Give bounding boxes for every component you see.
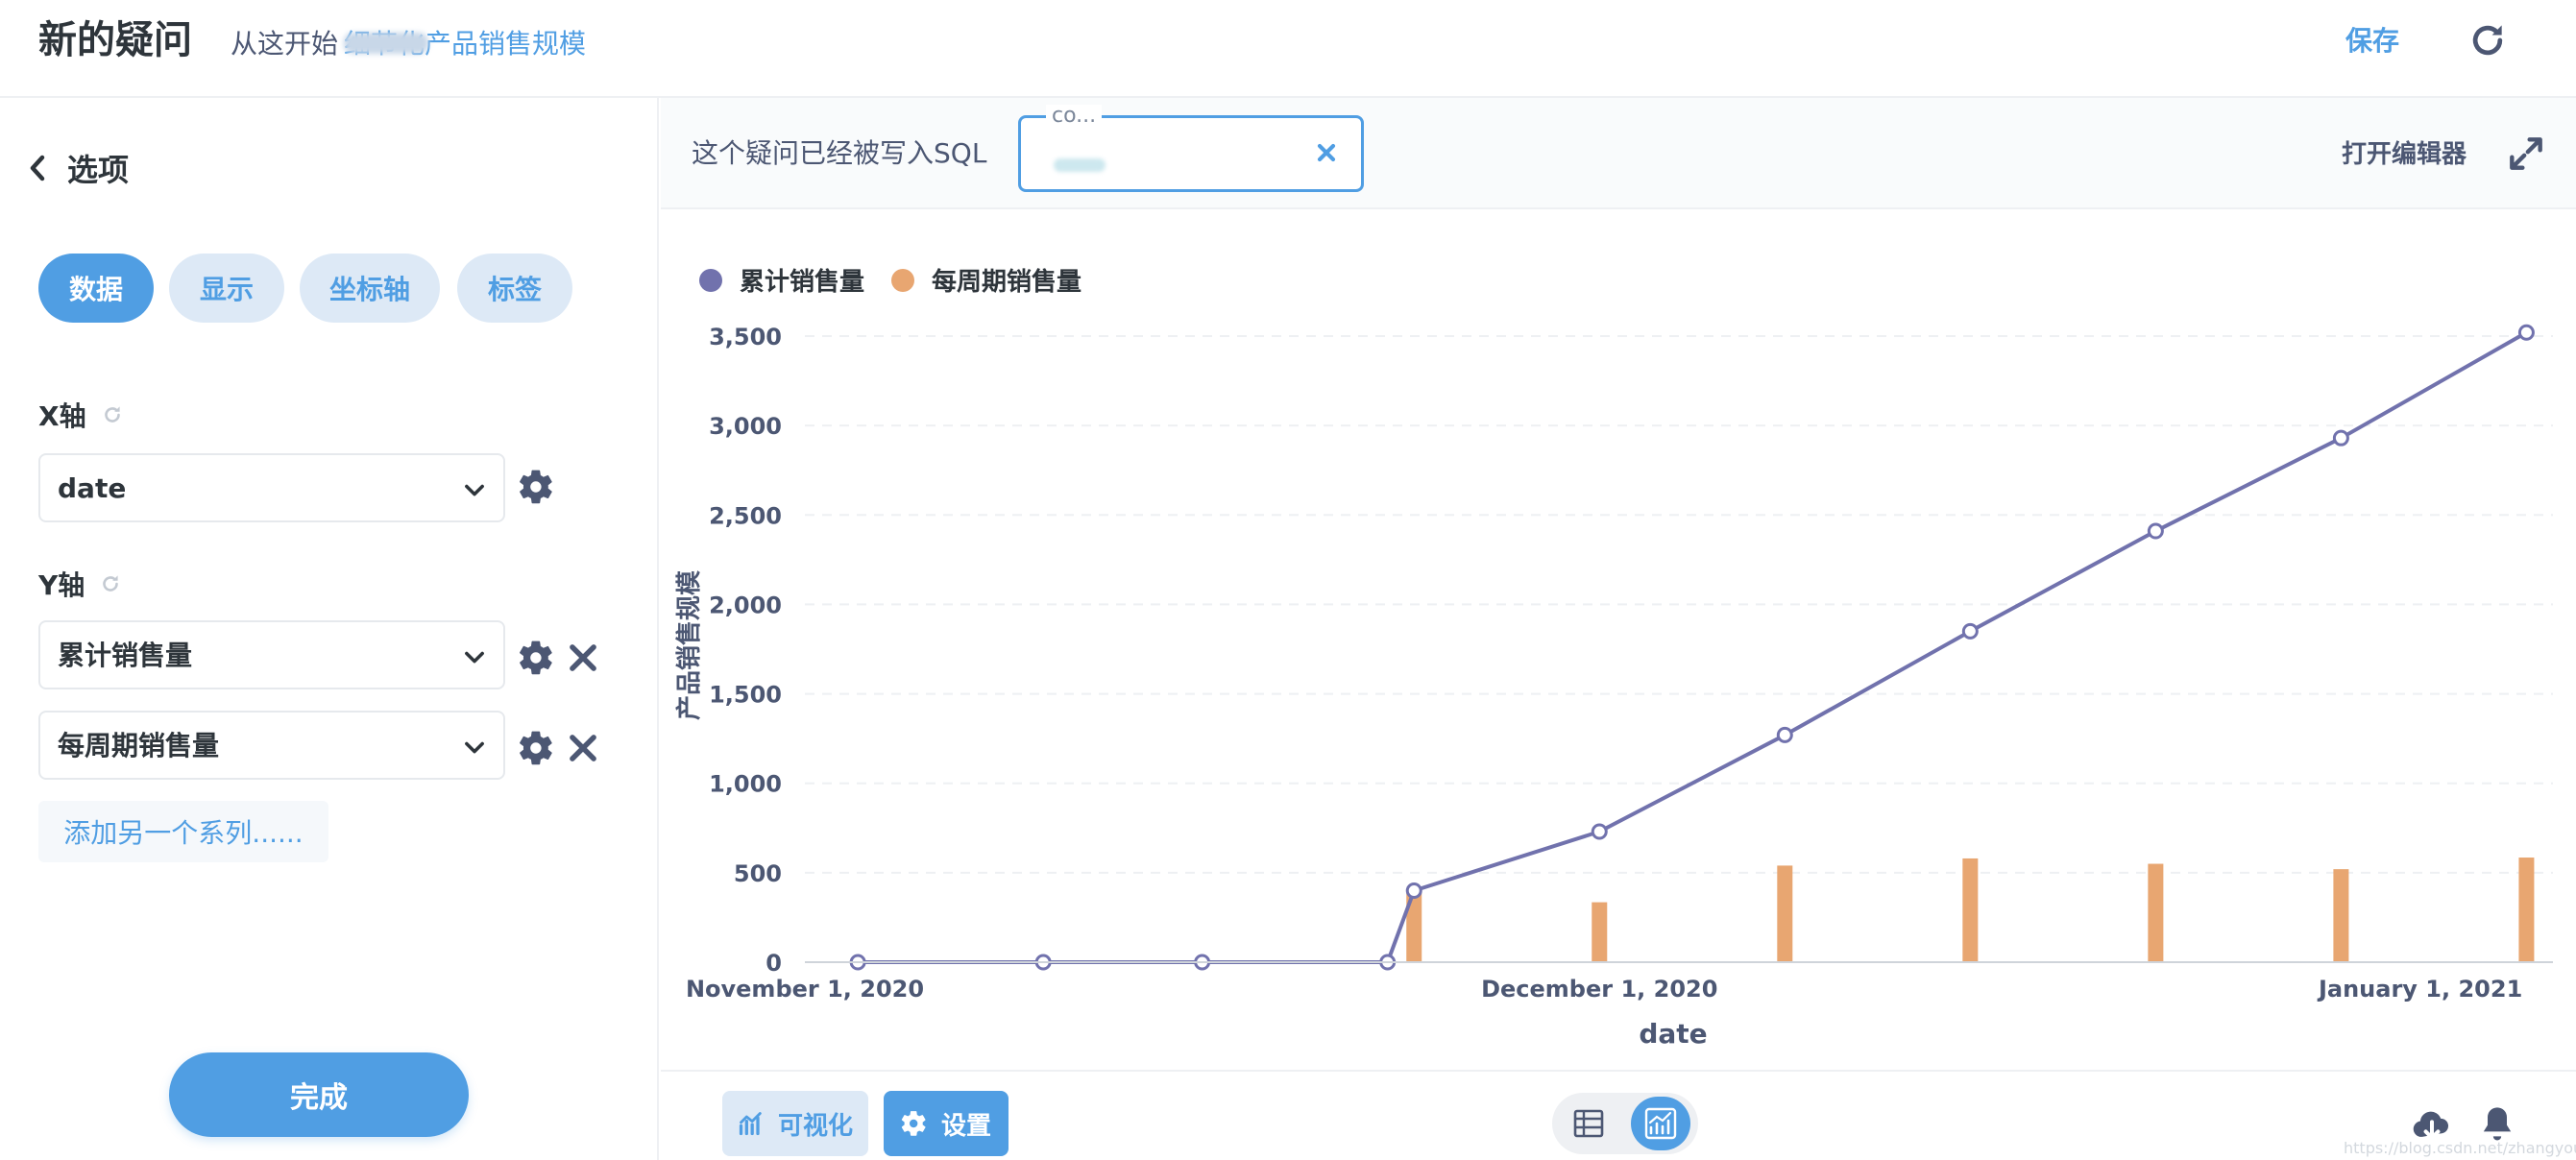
y-tick-label: 0	[766, 950, 782, 977]
chart-icon	[739, 1112, 762, 1136]
chart-legend: 累计销售量 每周期销售量	[699, 267, 1081, 297]
y-tick-label: 2,000	[709, 592, 782, 618]
chart-view-button[interactable]	[1631, 1097, 1690, 1150]
source-prefix: 从这开始	[231, 28, 339, 60]
y-tick-label: 1,000	[709, 771, 782, 798]
redaction-blur	[1054, 158, 1106, 172]
chevron-left-icon	[30, 155, 45, 181]
bar[interactable]	[1592, 902, 1608, 962]
x-axis-value: date	[58, 472, 127, 504]
settings-label: 设置	[940, 1111, 991, 1141]
view-toggle	[1552, 1093, 1698, 1154]
y-axis-section: Y轴	[38, 565, 123, 603]
page-title: 新的疑问	[38, 18, 192, 62]
bar[interactable]	[1777, 865, 1793, 962]
table-icon	[1573, 1109, 1604, 1138]
legend-label-weekly[interactable]: 每周期销售量	[932, 267, 1081, 297]
gear-icon	[901, 1111, 926, 1136]
line-bar-chart: 累计销售量 每周期销售量 0 500 1,000 1,500 2,000 2,500 3,0…	[674, 267, 2553, 1050]
redaction-blur	[344, 33, 428, 54]
y-axis-value-2: 每周期销售量	[58, 730, 220, 761]
data-point[interactable]	[1961, 622, 1979, 640]
y-axis-value-1: 累计销售量	[58, 640, 193, 671]
y-tick-label: 500	[734, 860, 782, 887]
sql-notice-text: 这个疑问已经被写入SQL	[692, 137, 987, 169]
tab-axes[interactable]: 坐标轴	[300, 254, 440, 323]
bar[interactable]	[2333, 869, 2349, 962]
save-button[interactable]: 保存	[2345, 23, 2399, 60]
y-tick-label: 1,500	[709, 682, 782, 709]
table-view-button[interactable]	[1566, 1100, 1612, 1147]
close-icon[interactable]	[1313, 139, 1340, 166]
bar[interactable]	[2518, 858, 2535, 962]
legend-swatch-cumulative	[699, 269, 722, 292]
question-header: 新的疑问 从这开始 细节化产品销售规模 保存	[0, 0, 2576, 98]
data-point[interactable]	[1776, 726, 1793, 743]
y-axis-label: Y轴	[38, 569, 85, 601]
gear-icon[interactable]	[519, 730, 555, 766]
x-axis-select[interactable]: date	[38, 453, 505, 522]
chart-settings-sidebar: 选项 数据 显示 坐标轴 标签 X轴 date Y轴 累计销售量 每周期销售量 …	[0, 98, 659, 1160]
chart-area: 累计销售量 每周期销售量 0 500 1,000 1,500 2,000 2,500 3,0…	[661, 223, 2576, 1068]
legend-swatch-weekly	[891, 269, 914, 292]
add-series-button[interactable]: 添加另一个系列......	[38, 801, 328, 862]
x-axis: November 1, 2020 December 1, 2020 January …	[686, 961, 2553, 1003]
y-axis-select-1[interactable]: 累计销售量	[38, 620, 505, 689]
data-point[interactable]	[2147, 522, 2164, 540]
y-tick-label: 3,500	[709, 324, 782, 350]
options-label: 选项	[67, 152, 130, 188]
sql-filter-chip[interactable]: co...	[1018, 105, 1364, 192]
visualize-button[interactable]: 可视化	[722, 1091, 868, 1156]
data-point[interactable]	[1591, 823, 1608, 840]
refresh-icon[interactable]	[2467, 19, 2509, 61]
y-tick-label: 2,500	[709, 502, 782, 529]
chevron-down-icon	[465, 651, 484, 664]
x-tick-label: December 1, 2020	[1481, 976, 1717, 1003]
x-axis-section: X轴	[38, 396, 125, 434]
back-to-options-button[interactable]: 选项	[27, 144, 129, 192]
close-icon[interactable]	[565, 640, 601, 676]
y-tick-label: 3,000	[709, 413, 782, 440]
gear-icon[interactable]	[519, 640, 555, 676]
chevron-down-icon	[465, 741, 484, 754]
data-point[interactable]	[2332, 429, 2349, 447]
x-axis-title: date	[1639, 1018, 1707, 1050]
bar[interactable]	[1962, 858, 1979, 962]
done-button[interactable]: 完成	[169, 1052, 469, 1137]
close-icon[interactable]	[565, 730, 601, 766]
watermark-text: https://blog.csdn.net/zhangyouze	[2344, 1139, 2576, 1157]
tab-display[interactable]: 显示	[169, 254, 284, 323]
legend-label-cumulative[interactable]: 累计销售量	[740, 267, 864, 297]
x-tick-label: January 1, 2021	[2317, 976, 2522, 1003]
x-axis-label: X轴	[38, 400, 86, 432]
y-axis-ticks: 0 500 1,000 1,500 2,000 2,500 3,000 3,500	[709, 324, 782, 977]
visualize-label: 可视化	[777, 1111, 853, 1141]
expand-icon[interactable]	[2505, 133, 2547, 175]
bar[interactable]	[2148, 863, 2164, 962]
data-point[interactable]	[2517, 324, 2535, 341]
chip-label: co...	[1046, 105, 1103, 126]
reset-icon[interactable]	[100, 402, 125, 427]
tab-data[interactable]: 数据	[38, 254, 154, 323]
gear-icon[interactable]	[519, 469, 555, 505]
x-tick-label: November 1, 2020	[686, 976, 924, 1003]
settings-button[interactable]: 设置	[884, 1091, 1009, 1156]
y-axis-select-2[interactable]: 每周期销售量	[38, 711, 505, 780]
series-line	[858, 330, 2528, 964]
reset-icon[interactable]	[98, 571, 123, 596]
open-editor-button[interactable]: 打开编辑器	[2342, 136, 2467, 173]
y-axis-title: 产品销售规模	[674, 569, 704, 720]
bottom-toolbar: 可视化 设置 https://blog.csdn.net/zhangyouze	[661, 1070, 2576, 1160]
data-point[interactable]	[1405, 882, 1422, 899]
chart-icon	[1644, 1107, 1677, 1140]
sql-notice-bar: 这个疑问已经被写入SQL co... 打开编辑器	[661, 98, 2576, 209]
tab-labels[interactable]: 标签	[457, 254, 572, 323]
chevron-down-icon	[465, 484, 484, 496]
